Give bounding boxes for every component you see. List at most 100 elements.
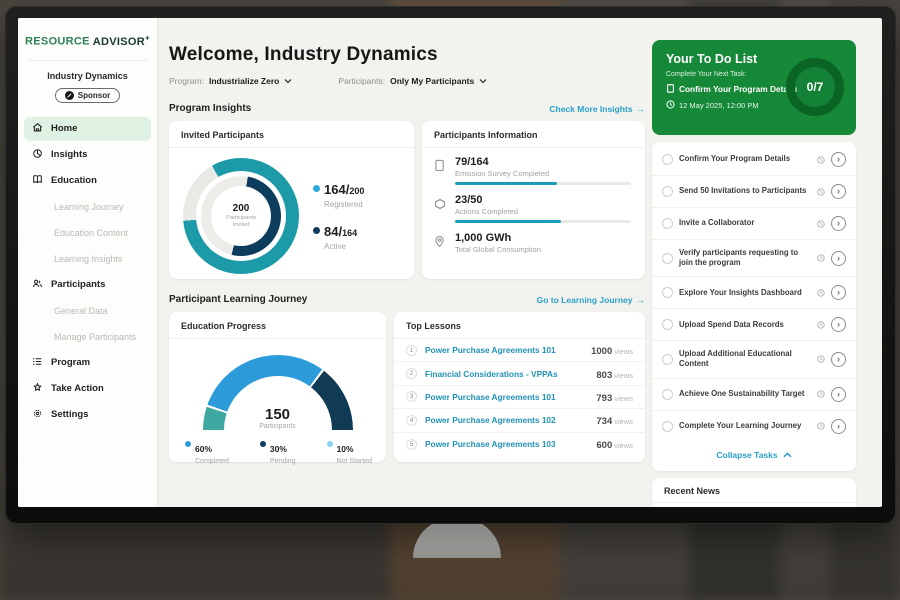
recent-news-title: Recent News bbox=[652, 478, 856, 503]
clock-icon bbox=[817, 289, 825, 297]
legend-registered: 164/200 Registered bbox=[313, 181, 364, 209]
invited-donut-gap: 200 Participants Invited bbox=[196, 171, 286, 261]
sidebar-item-home[interactable]: Home bbox=[24, 117, 151, 141]
sidebar-item-participants[interactable]: Participants bbox=[24, 273, 151, 297]
task-row-complete-learning-journey[interactable]: Complete Your Learning Journey › bbox=[652, 411, 856, 442]
task-go-button[interactable]: › bbox=[831, 387, 846, 402]
task-row-confirm-program[interactable]: Confirm Your Program Details › bbox=[652, 144, 856, 176]
task-row-explore-insights[interactable]: Explore Your Insights Dashboard › bbox=[652, 277, 856, 309]
consumption-stat: 1,000 GWh Total Global Consumption bbox=[434, 232, 631, 254]
pending-dot bbox=[260, 441, 266, 447]
lesson-link[interactable]: Financial Considerations - VPPAs bbox=[425, 369, 588, 379]
task-checkbox[interactable] bbox=[662, 186, 673, 197]
participants-filter-dropdown[interactable]: Participants: Only My Participants bbox=[338, 76, 487, 86]
not-started-dot bbox=[327, 441, 333, 447]
sidebar-item-insights[interactable]: Insights bbox=[24, 143, 151, 167]
todo-progress-ring: 0/7 bbox=[786, 58, 844, 116]
sidebar-item-education-content[interactable]: Education Content bbox=[24, 221, 151, 245]
task-checkbox[interactable] bbox=[662, 154, 673, 165]
education-gauge-center: 150 Participants bbox=[203, 406, 353, 430]
task-row-verify-participants[interactable]: Verify participants requesting to join t… bbox=[652, 240, 856, 277]
sidebar: RESOURCE ADVISOR+ Industry Dynamics Spon… bbox=[18, 18, 158, 507]
insights-cards-row: Invited Participants 200 Participants In… bbox=[169, 121, 645, 279]
task-go-button[interactable]: › bbox=[831, 184, 846, 199]
invited-donut-center: 200 Participants Invited bbox=[211, 186, 271, 246]
lesson-link[interactable]: Power Purchase Agreements 101 bbox=[425, 392, 588, 402]
participants-information-title: Participants Information bbox=[422, 121, 645, 148]
spark-icon bbox=[32, 382, 43, 396]
sidebar-item-take-action[interactable]: Take Action bbox=[24, 377, 151, 401]
legend-not-started: 10% Not Started bbox=[327, 439, 372, 465]
task-go-button[interactable]: › bbox=[831, 317, 846, 332]
logo-part-2: ADVISOR+ bbox=[93, 36, 150, 48]
task-checkbox[interactable] bbox=[662, 354, 673, 365]
clock-icon bbox=[817, 422, 825, 430]
chevron-down-icon bbox=[284, 76, 292, 86]
monitor-bezel: RESOURCE ADVISOR+ Industry Dynamics Spon… bbox=[5, 6, 896, 524]
clock-icon bbox=[817, 156, 825, 164]
sidebar-item-program[interactable]: Program bbox=[24, 351, 151, 375]
task-checkbox[interactable] bbox=[662, 389, 673, 400]
legend-active: 84/164 Active bbox=[313, 223, 364, 251]
lesson-row: 4 Power Purchase Agreements 102 734views bbox=[394, 409, 645, 432]
gear-icon bbox=[32, 408, 43, 422]
check-more-insights-link[interactable]: Check More Insights → bbox=[549, 104, 645, 114]
main-content: Welcome, Industry Dynamics Program: Indu… bbox=[159, 18, 652, 507]
sidebar-item-settings[interactable]: Settings bbox=[24, 403, 151, 427]
task-row-invite-collaborator[interactable]: Invite a Collaborator › bbox=[652, 208, 856, 240]
task-go-button[interactable]: › bbox=[831, 152, 846, 167]
collapse-tasks-link[interactable]: Collapse Tasks bbox=[652, 442, 856, 469]
go-to-learning-journey-link[interactable]: Go to Learning Journey → bbox=[537, 295, 645, 305]
clock-icon bbox=[666, 100, 675, 111]
task-row-upload-educational-content[interactable]: Upload Additional Educational Content › bbox=[652, 341, 856, 378]
home-icon bbox=[32, 122, 43, 136]
todo-tasks-card: Confirm Your Program Details › Send 50 I… bbox=[652, 142, 856, 471]
sidebar-item-learning-journey[interactable]: Learning Journey bbox=[24, 195, 151, 219]
actions-icon bbox=[434, 194, 447, 223]
task-go-button[interactable]: › bbox=[831, 285, 846, 300]
people-icon bbox=[32, 278, 43, 292]
lesson-link[interactable]: Power Purchase Agreements 103 bbox=[425, 439, 588, 449]
list-icon bbox=[32, 356, 43, 370]
task-checkbox[interactable] bbox=[662, 253, 673, 264]
clipboard-icon bbox=[666, 83, 675, 95]
task-checkbox[interactable] bbox=[662, 319, 673, 330]
photo-scene: RESOURCE ADVISOR+ Industry Dynamics Spon… bbox=[0, 0, 900, 600]
task-go-button[interactable]: › bbox=[831, 216, 846, 231]
legend-pending: 30% Pending bbox=[260, 439, 296, 465]
learning-cards-row: Education Progress 150 Participants bbox=[169, 312, 645, 462]
clock-icon bbox=[817, 188, 825, 196]
sidebar-item-learning-insights[interactable]: Learning Insights bbox=[24, 247, 151, 271]
rank-badge: 5 bbox=[406, 439, 417, 450]
lesson-row: 1 Power Purchase Agreements 101 1000view… bbox=[394, 339, 645, 362]
sidebar-item-manage-participants[interactable]: Manage Participants bbox=[24, 325, 151, 349]
sponsor-icon bbox=[65, 91, 74, 100]
invited-donut-inner: 200 Participants Invited bbox=[201, 176, 281, 256]
program-filter-dropdown[interactable]: Program: Industrialize Zero bbox=[169, 76, 292, 86]
clock-icon bbox=[817, 390, 825, 398]
invited-participants-card: Invited Participants 200 Participants In… bbox=[169, 121, 414, 279]
task-go-button[interactable]: › bbox=[831, 251, 846, 266]
divider bbox=[28, 60, 147, 61]
lesson-link[interactable]: Power Purchase Agreements 101 bbox=[425, 345, 583, 355]
sidebar-item-general-data[interactable]: General Data bbox=[24, 299, 151, 323]
sidebar-item-education[interactable]: Education bbox=[24, 169, 151, 193]
logo-part-1: RESOURCE bbox=[25, 36, 90, 48]
task-row-upload-spend-data[interactable]: Upload Spend Data Records › bbox=[652, 309, 856, 341]
task-checkbox[interactable] bbox=[662, 287, 673, 298]
task-go-button[interactable]: › bbox=[831, 352, 846, 367]
education-gauge: 150 Participants bbox=[203, 355, 353, 430]
todo-panel: Your To Do List Complete Your Next Task:… bbox=[652, 18, 856, 507]
learning-journey-header: Participant Learning Journey Go to Learn… bbox=[169, 294, 645, 305]
task-checkbox[interactable] bbox=[662, 421, 673, 432]
task-row-send-invitations[interactable]: Send 50 Invitations to Participants › bbox=[652, 176, 856, 208]
task-checkbox[interactable] bbox=[662, 218, 673, 229]
lesson-link[interactable]: Power Purchase Agreements 102 bbox=[425, 415, 588, 425]
task-go-button[interactable]: › bbox=[831, 419, 846, 434]
task-row-achieve-target[interactable]: Achieve One Sustainability Target › bbox=[652, 379, 856, 411]
insights-pie-icon bbox=[32, 148, 43, 162]
sidebar-nav: Home Insights Education Learning Journey bbox=[18, 117, 157, 427]
chevron-up-icon bbox=[783, 450, 792, 460]
filter-bar: Program: Industrialize Zero Participants… bbox=[169, 76, 645, 86]
lesson-row: 2 Financial Considerations - VPPAs 803vi… bbox=[394, 362, 645, 385]
